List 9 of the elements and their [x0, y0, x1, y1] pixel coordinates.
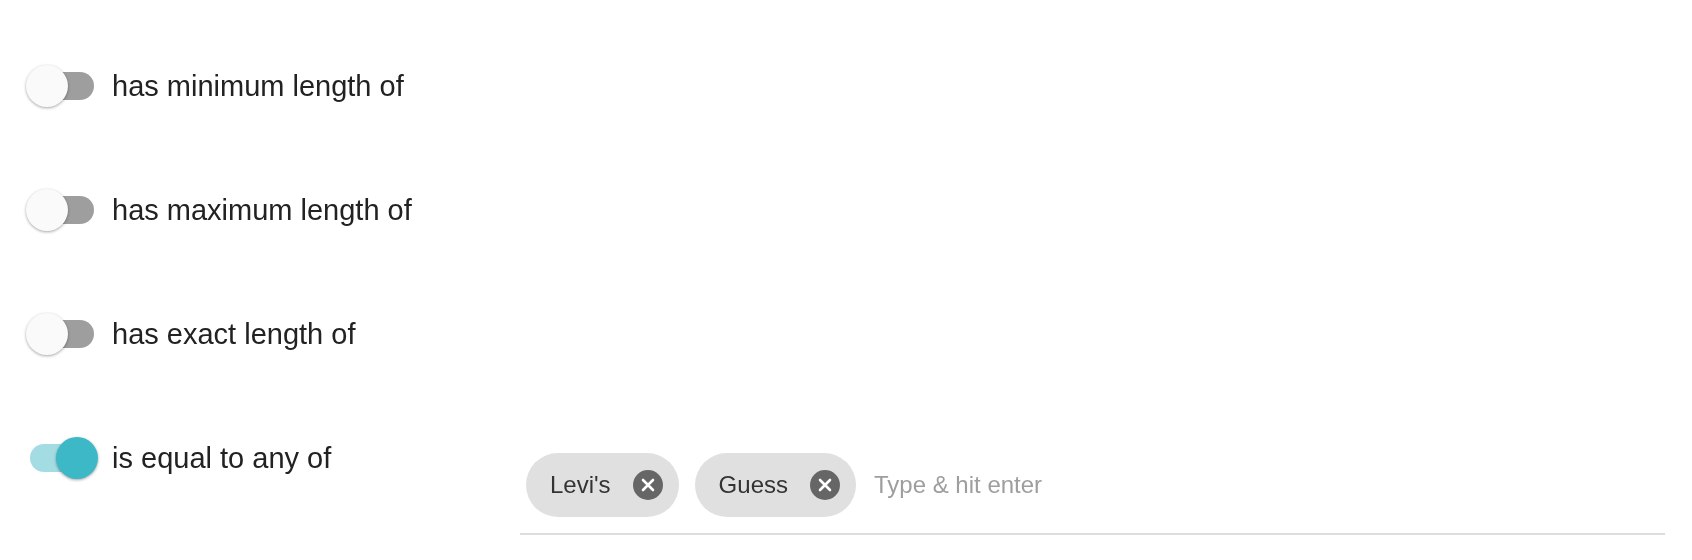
tag-input[interactable]: Type & hit enter: [872, 470, 1659, 500]
rule-label: has exact length of: [112, 317, 356, 351]
rule-label: is equal to any of: [112, 441, 332, 475]
tag-text: Guess: [718, 471, 788, 499]
rule-label: has maximum length of: [112, 193, 412, 227]
remove-icon[interactable]: [632, 470, 663, 500]
rule-label: has minimum length of: [112, 69, 404, 103]
tag-text: Levi's: [550, 471, 611, 499]
remove-icon[interactable]: [810, 470, 840, 500]
